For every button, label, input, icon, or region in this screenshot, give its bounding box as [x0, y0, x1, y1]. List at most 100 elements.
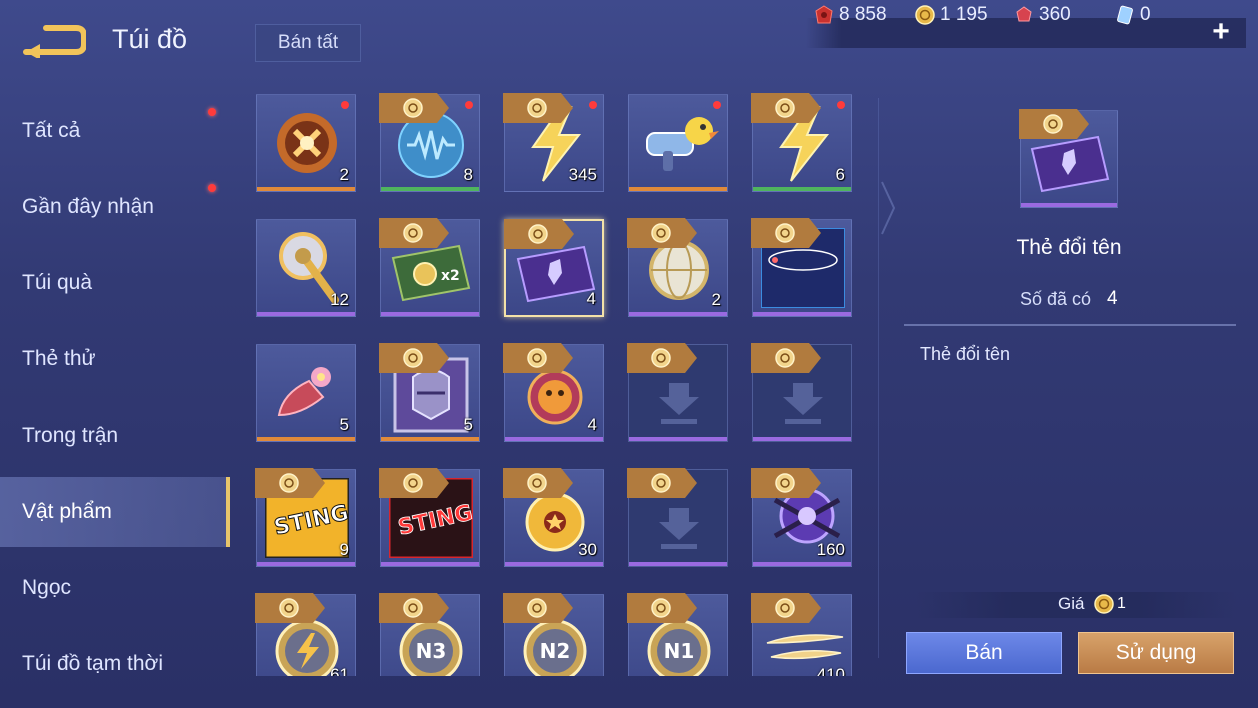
page-title: Túi đồ: [112, 24, 188, 54]
item-count: 345: [568, 165, 597, 184]
add-currency-button[interactable]: +: [1208, 17, 1234, 48]
item-count: 8: [463, 165, 473, 184]
gold-tag-icon: [379, 468, 449, 498]
fiery-orb-icon: [277, 113, 337, 173]
sidebar-item-gift-bags[interactable]: Túi quà: [0, 248, 230, 318]
gold-tag-icon: [379, 93, 449, 123]
sidebar-item-label: Ngọc: [22, 576, 72, 599]
gold-tag-icon: [255, 593, 325, 623]
item-slot[interactable]: 12: [256, 219, 356, 317]
top-bar: Túi đồ Bán tất 8 858 1 195 360 0 +: [0, 0, 1258, 86]
red-voucher-icon: [815, 5, 833, 24]
item-grid: 2 8 345 6 12 x2 4 2 5 5 4 STING 9 STING …: [242, 84, 870, 676]
item-count: 12: [330, 290, 349, 309]
rarity-bar: [1021, 203, 1117, 207]
owned-label: Số đã có: [1020, 289, 1092, 309]
item-slot[interactable]: N2: [503, 593, 604, 676]
sidebar-item-label: Thẻ thử: [22, 347, 96, 370]
currency-value: 360: [1039, 4, 1071, 25]
item-count: 61: [330, 665, 349, 676]
sidebar-item-gems[interactable]: Ngọc: [0, 553, 230, 623]
gold-tag-icon: [503, 93, 573, 123]
item-slot[interactable]: STING: [379, 468, 480, 567]
gold-tag-icon: [503, 593, 573, 623]
gold-tag-icon: [751, 93, 821, 123]
gold-tag-icon: [627, 343, 697, 373]
item-slot[interactable]: [751, 343, 852, 442]
price-label: Giá: [1058, 594, 1085, 613]
section-divider: [904, 324, 1236, 326]
rarity-bar: [629, 562, 727, 566]
currency-value: 0: [1140, 4, 1151, 25]
sidebar-item-temporary-bag[interactable]: Túi đồ tạm thời: [0, 629, 230, 699]
notification-dot: [589, 101, 597, 109]
rarity-bar: [381, 312, 479, 316]
item-slot[interactable]: 345: [503, 93, 604, 192]
item-slot[interactable]: 5: [256, 344, 356, 442]
item-slot[interactable]: 160: [751, 468, 852, 567]
sidebar-item-recent[interactable]: Gần đây nhận: [0, 172, 230, 242]
item-slot[interactable]: [751, 218, 852, 317]
sidebar-item-trial-cards[interactable]: Thẻ thử: [0, 324, 230, 394]
item-slot[interactable]: 2: [256, 94, 356, 192]
item-slot[interactable]: 4: [503, 343, 604, 442]
item-slot[interactable]: 5: [379, 343, 480, 442]
rarity-bar: [629, 437, 727, 441]
item-slot[interactable]: 6: [751, 93, 852, 192]
sell-button[interactable]: Bán: [906, 632, 1062, 674]
item-slot[interactable]: [627, 343, 728, 442]
flower-horn-icon: [277, 367, 331, 417]
gold-tag-icon: [751, 218, 821, 248]
item-slot[interactable]: [628, 94, 728, 192]
back-arrow-icon: [23, 25, 87, 60]
currency-gold-coin: 1 195: [915, 0, 988, 30]
detail-item-preview: [1019, 109, 1118, 208]
sidebar-item-in-match[interactable]: Trong trận: [0, 401, 230, 471]
item-count: 4: [587, 415, 597, 434]
svg-text:x2: x2: [441, 268, 460, 284]
item-slot[interactable]: x2: [379, 218, 480, 317]
currency-red-voucher: 8 858: [814, 0, 887, 30]
item-slot[interactable]: 2: [627, 218, 728, 317]
gold-tag-icon: [503, 468, 573, 498]
rarity-bar: [753, 562, 851, 566]
gold-tag-icon: [504, 219, 574, 249]
gold-coin-icon: [915, 5, 935, 25]
currency-blue-card: 0: [1115, 0, 1151, 30]
item-slot[interactable]: STING 9: [255, 468, 356, 567]
item-slot[interactable]: 410: [751, 593, 852, 676]
rarity-bar: [381, 437, 479, 441]
item-slot-selected[interactable]: 4: [504, 219, 604, 317]
back-button[interactable]: [22, 22, 87, 60]
rarity-bar: [505, 437, 603, 441]
item-slot[interactable]: N3: [379, 593, 480, 676]
sidebar-item-label: Trong trận: [22, 424, 119, 447]
currency-red-gem: 360: [1014, 0, 1071, 30]
item-slot[interactable]: N1: [627, 593, 728, 676]
item-count: 5: [463, 415, 473, 434]
item-slot[interactable]: [627, 468, 728, 567]
sidebar-item-label: Túi đồ tạm thời: [22, 652, 163, 675]
price-value: 1: [1117, 595, 1126, 612]
toy-blaster-icon: [646, 117, 719, 171]
rarity-bar: [753, 187, 851, 191]
sidebar-item-all[interactable]: Tất cả: [0, 96, 230, 166]
item-count: 9: [339, 540, 349, 559]
gold-tag-icon: [1019, 109, 1089, 139]
panel-divider: [878, 98, 879, 658]
gold-tag-icon: [751, 468, 821, 498]
sidebar-item-items[interactable]: Vật phẩm: [0, 477, 230, 547]
medal-label: N2: [540, 639, 571, 663]
sell-all-button[interactable]: Bán tất: [255, 24, 361, 62]
rarity-bar: [257, 187, 355, 191]
item-slot[interactable]: 30: [503, 468, 604, 567]
item-count: 410: [816, 665, 845, 676]
item-count: 4: [586, 289, 596, 308]
item-name: Thẻ đổi tên: [1016, 236, 1122, 259]
gold-coin-icon: [1094, 594, 1114, 614]
owned-value: 4: [1107, 288, 1118, 309]
item-slot[interactable]: 61: [255, 593, 356, 676]
notification-dot: [341, 101, 349, 109]
use-button[interactable]: Sử dụng: [1078, 632, 1234, 674]
item-slot[interactable]: 8: [379, 93, 480, 192]
